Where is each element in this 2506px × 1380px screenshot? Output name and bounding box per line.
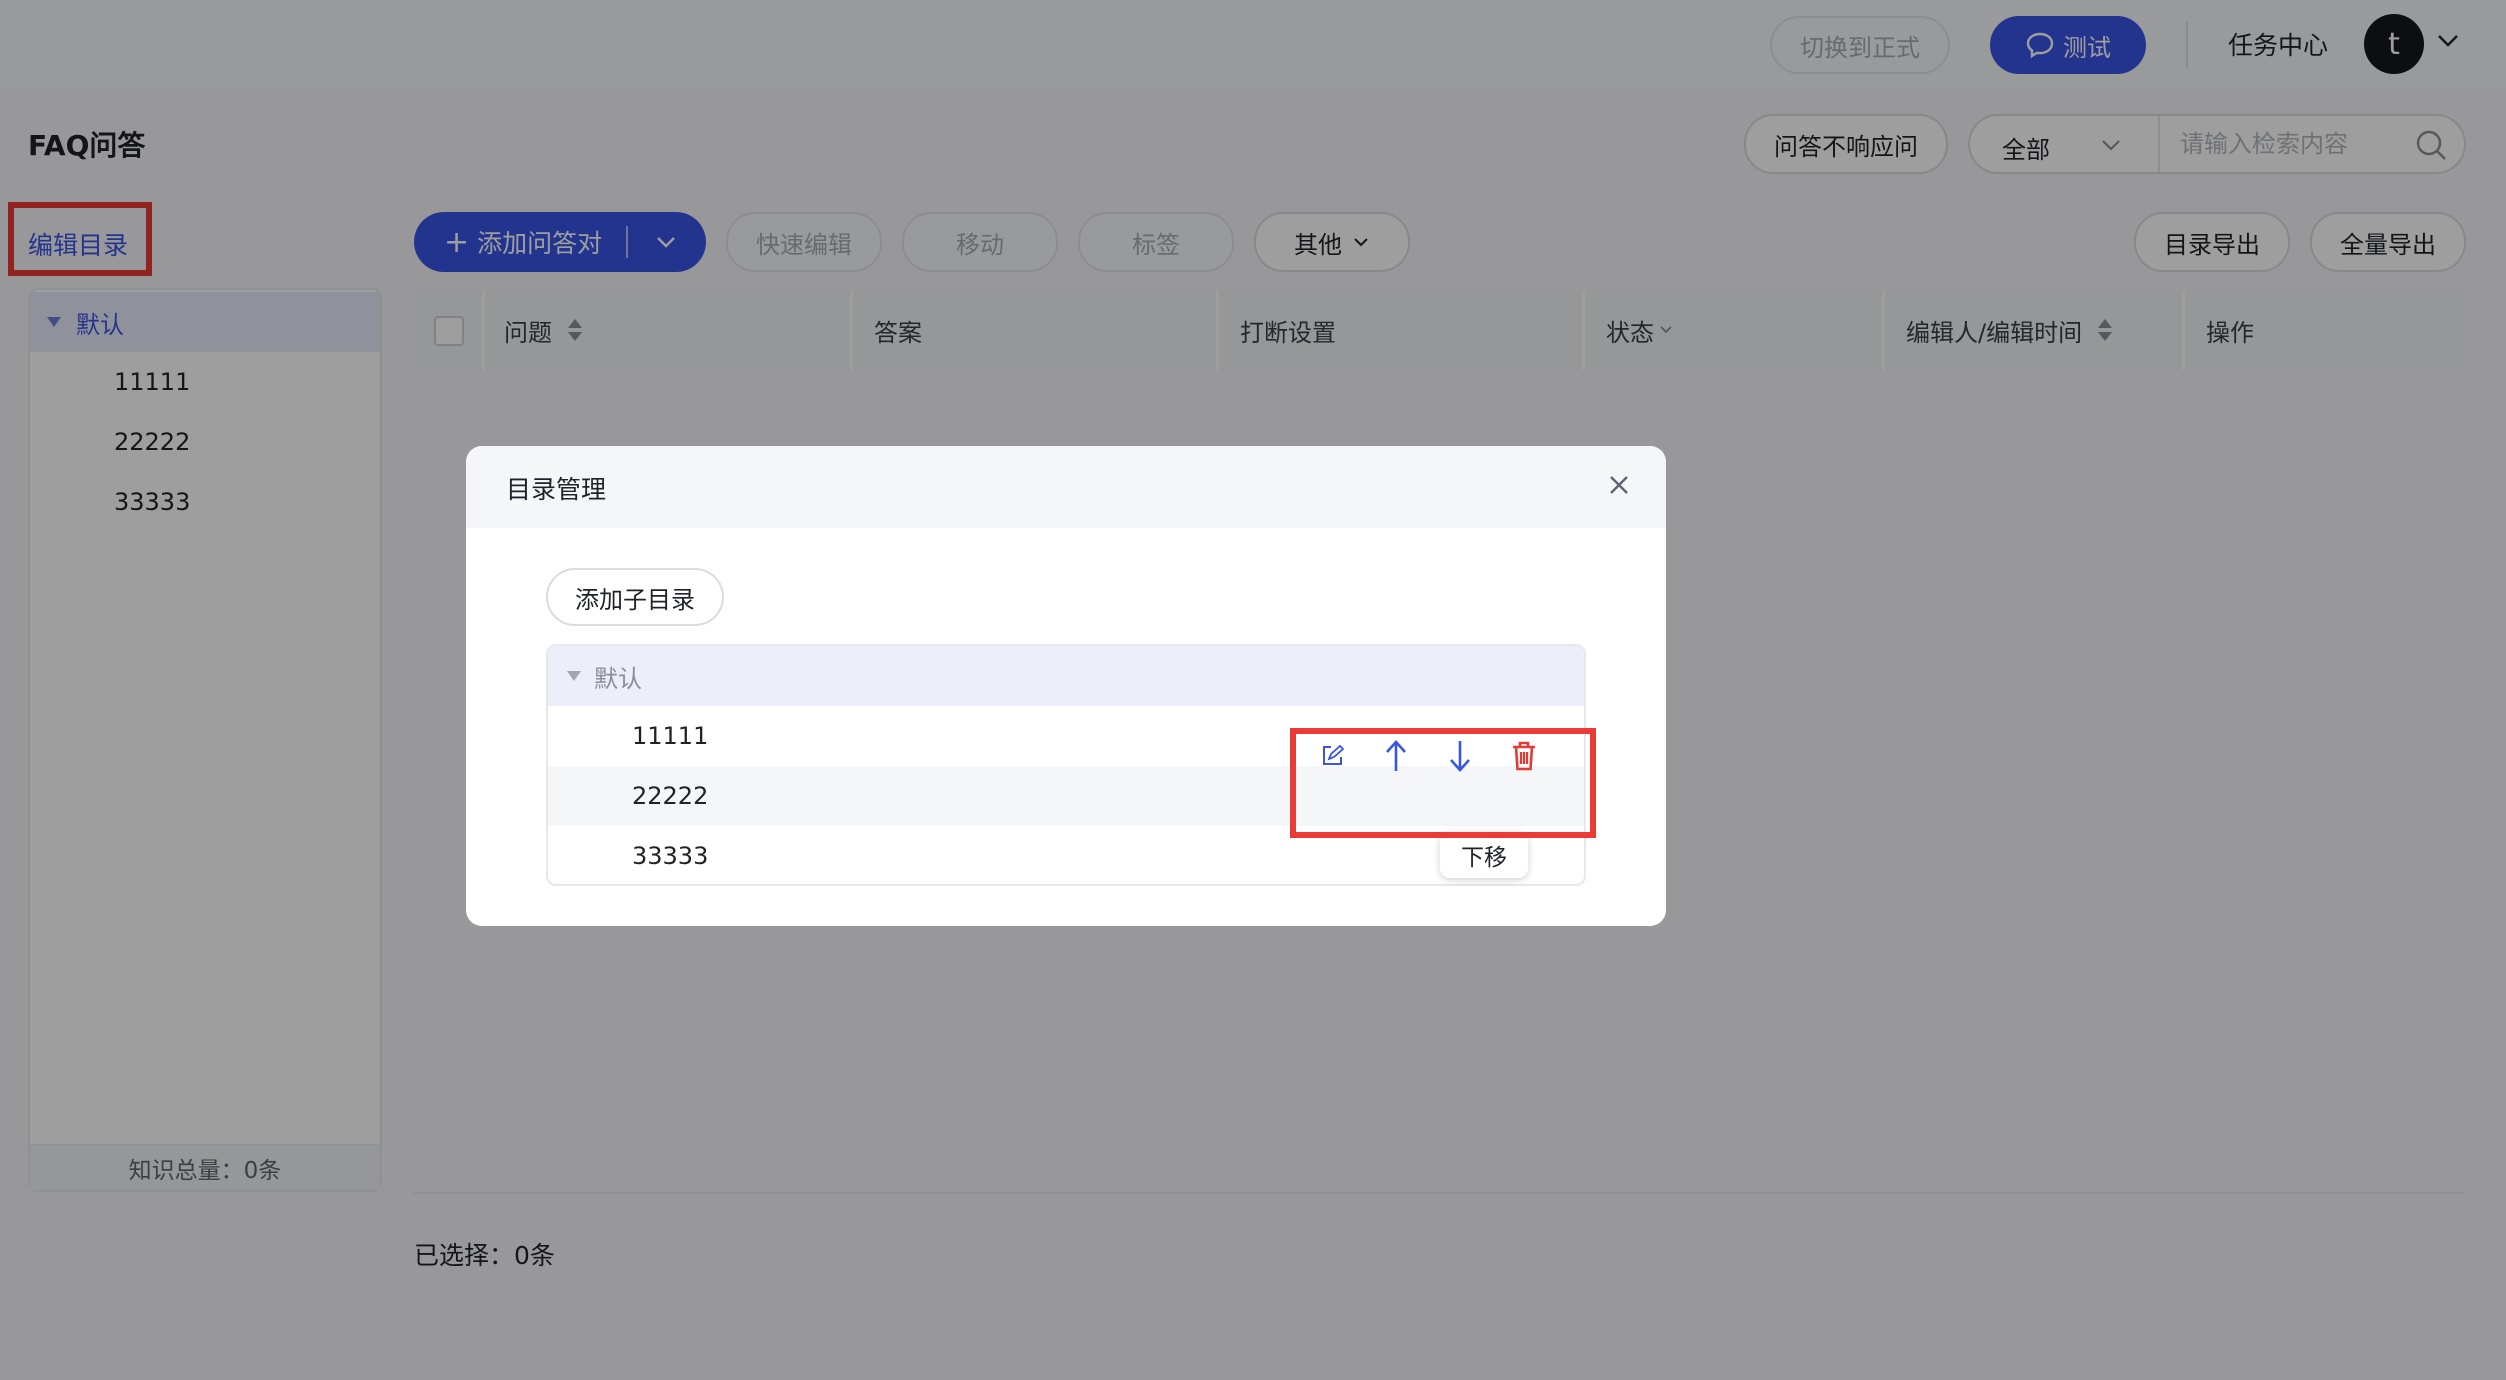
dialog-title: 目录管理	[506, 475, 607, 504]
tree-node-label: 22222	[632, 782, 709, 810]
tree-node-label: 33333	[632, 842, 709, 870]
tree-node-label: 11111	[632, 722, 709, 750]
directory-management-dialog: 目录管理 添加子目录 默认 11111 22222 33333 下移	[466, 446, 1666, 926]
move-down-tooltip: 下移	[1440, 832, 1528, 878]
tree-node-label: 默认	[594, 664, 642, 693]
add-subdirectory-label: 添加子目录	[575, 585, 695, 614]
tree-node-root[interactable]: 默认	[548, 646, 1584, 706]
caret-down-icon[interactable]	[566, 670, 582, 682]
dialog-header: 目录管理	[466, 446, 1666, 528]
add-subdirectory-button[interactable]: 添加子目录	[546, 568, 724, 626]
highlight-box-row-actions	[1290, 728, 1596, 838]
close-icon[interactable]	[1602, 468, 1636, 506]
